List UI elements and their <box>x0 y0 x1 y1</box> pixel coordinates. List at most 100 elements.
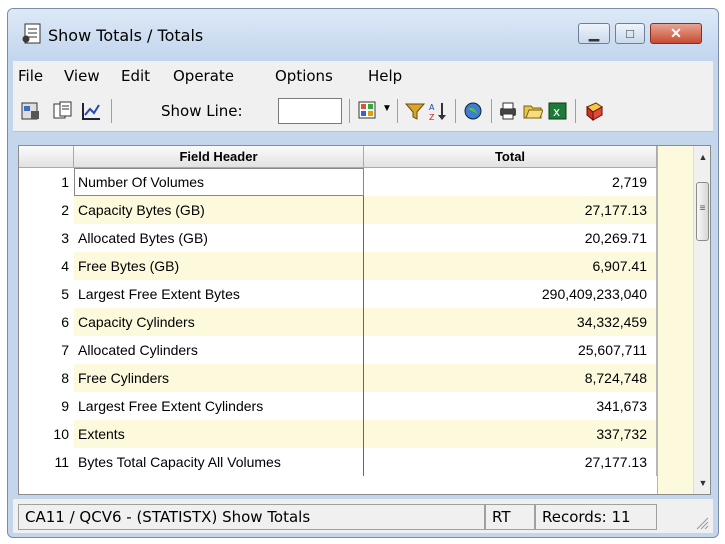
columns-icon[interactable] <box>358 101 378 121</box>
menu-options[interactable]: Options <box>275 67 333 85</box>
toolbar-separator <box>455 99 456 123</box>
status-bar: CA11 / QCV6 - (STATISTX) Show Totals RT … <box>13 499 713 533</box>
svg-text:x: x <box>553 105 560 119</box>
status-main: CA11 / QCV6 - (STATISTX) Show Totals <box>18 504 485 530</box>
minimize-button[interactable]: ▁ <box>578 23 610 44</box>
minimize-icon: ▁ <box>589 26 599 41</box>
total-cell[interactable]: 27,177.13 <box>364 196 657 224</box>
maximize-icon: □ <box>626 26 634 41</box>
row-number: 6 <box>19 308 74 336</box>
resize-grip-icon[interactable] <box>693 514 709 530</box>
table-row[interactable]: 5 Largest Free Extent Bytes 290,409,233,04… <box>19 280 657 308</box>
totals-grid: Field Header Total 1 Number Of Volumes 2,7… <box>18 145 711 495</box>
field-header-cell[interactable]: Free Cylinders <box>74 364 364 392</box>
row-number: 10 <box>19 420 74 448</box>
chevron-down-icon[interactable]: ▼ <box>382 103 392 114</box>
field-header-cell[interactable]: Capacity Cylinders <box>74 308 364 336</box>
table-row[interactable]: 2 Capacity Bytes (GB) 27,177.13 <box>19 196 657 224</box>
toolbar-separator <box>349 99 350 123</box>
total-cell[interactable]: 337,732 <box>364 420 657 448</box>
total-cell[interactable]: 290,409,233,040 <box>364 280 657 308</box>
total-cell[interactable]: 6,907.41 <box>364 252 657 280</box>
row-number: 4 <box>19 252 74 280</box>
show-line-label: Show Line: <box>161 102 243 120</box>
menu-view[interactable]: View <box>64 67 100 85</box>
app-icon <box>22 23 41 44</box>
total-cell[interactable]: 341,673 <box>364 392 657 420</box>
table-row[interactable]: 6 Capacity Cylinders 34,332,459 <box>19 308 657 336</box>
row-number-header <box>19 146 74 168</box>
help-book-icon[interactable] <box>584 101 604 121</box>
field-header-cell[interactable]: Largest Free Extent Bytes <box>74 280 364 308</box>
total-cell[interactable]: 25,607,711 <box>364 336 657 364</box>
table-row[interactable]: 7 Allocated Cylinders 25,607,711 <box>19 336 657 364</box>
app-window: Show Totals / Totals ▁ □ ✕ File View Edi… <box>7 8 719 538</box>
field-header-cell[interactable]: Number Of Volumes <box>74 168 364 196</box>
menu-bar: File View Edit Operate Options Help <box>13 61 713 91</box>
table-row[interactable]: 4 Free Bytes (GB) 6,907.41 <box>19 252 657 280</box>
table-row[interactable]: 9 Largest Free Extent Cylinders 341,673 <box>19 392 657 420</box>
field-header-cell[interactable]: Capacity Bytes (GB) <box>74 196 364 224</box>
field-header-cell[interactable]: Free Bytes (GB) <box>74 252 364 280</box>
toolbar-separator <box>111 99 112 123</box>
copy-icon[interactable] <box>53 101 73 121</box>
open-folder-icon[interactable] <box>523 101 543 121</box>
field-header-cell[interactable]: Extents <box>74 420 364 448</box>
scroll-down-icon[interactable]: ▼ <box>694 474 710 492</box>
status-records: Records: 11 <box>535 504 657 530</box>
window-title: Show Totals / Totals <box>48 26 204 45</box>
row-number: 5 <box>19 280 74 308</box>
table-row[interactable]: 10 Extents 337,732 <box>19 420 657 448</box>
status-mode: RT <box>485 504 535 530</box>
total-cell[interactable]: 27,177.13 <box>364 448 657 476</box>
report-icon[interactable] <box>21 101 41 121</box>
field-header-cell[interactable]: Allocated Bytes (GB) <box>74 224 364 252</box>
toolbar: Show Line: ▼ AZ x <box>13 91 713 132</box>
field-header-cell[interactable]: Largest Free Extent Cylinders <box>74 392 364 420</box>
excel-icon[interactable]: x <box>548 101 568 121</box>
filter-icon[interactable] <box>405 101 425 121</box>
field-header-cell[interactable]: Bytes Total Capacity All Volumes <box>74 448 364 476</box>
svg-text:Z: Z <box>429 113 435 121</box>
menu-operate[interactable]: Operate <box>173 67 234 85</box>
total-cell[interactable]: 20,269.71 <box>364 224 657 252</box>
toolbar-separator <box>397 99 398 123</box>
total-cell[interactable]: 8,724,748 <box>364 364 657 392</box>
grid-filler <box>657 146 693 494</box>
close-button[interactable]: ✕ <box>650 23 702 44</box>
table-row[interactable]: 8 Free Cylinders 8,724,748 <box>19 364 657 392</box>
scroll-up-icon[interactable]: ▲ <box>694 148 710 166</box>
table-row[interactable]: 11 Bytes Total Capacity All Volumes 27,177… <box>19 448 657 476</box>
field-header-cell[interactable]: Allocated Cylinders <box>74 336 364 364</box>
toolbar-separator <box>575 99 576 123</box>
globe-icon[interactable] <box>463 101 483 121</box>
show-line-input[interactable] <box>278 98 342 124</box>
svg-text:A: A <box>429 103 435 112</box>
column-header-total[interactable]: Total <box>364 146 657 168</box>
grip-icon: ≡ <box>699 203 706 214</box>
title-bar[interactable]: Show Totals / Totals ▁ □ ✕ <box>8 9 718 61</box>
row-number: 9 <box>19 392 74 420</box>
close-icon: ✕ <box>670 25 682 41</box>
chart-icon[interactable] <box>81 101 101 121</box>
toolbar-separator <box>491 99 492 123</box>
table-row[interactable]: 3 Allocated Bytes (GB) 20,269.71 <box>19 224 657 252</box>
row-number: 7 <box>19 336 74 364</box>
row-number: 3 <box>19 224 74 252</box>
table-row[interactable]: 1 Number Of Volumes 2,719 <box>19 168 657 196</box>
print-icon[interactable] <box>498 101 518 121</box>
vertical-scrollbar[interactable]: ▲ ≡ ▼ <box>693 146 710 494</box>
scroll-thumb[interactable]: ≡ <box>696 182 709 241</box>
maximize-button[interactable]: □ <box>615 23 645 44</box>
menu-help[interactable]: Help <box>368 67 402 85</box>
menu-file[interactable]: File <box>18 67 43 85</box>
row-number: 11 <box>19 448 74 476</box>
total-cell[interactable]: 2,719 <box>364 168 657 196</box>
row-number: 1 <box>19 168 74 196</box>
column-header-field[interactable]: Field Header <box>74 146 364 168</box>
row-number: 8 <box>19 364 74 392</box>
sort-icon[interactable]: AZ <box>428 101 448 121</box>
row-number: 2 <box>19 196 74 224</box>
total-cell[interactable]: 34,332,459 <box>364 308 657 336</box>
menu-edit[interactable]: Edit <box>121 67 150 85</box>
